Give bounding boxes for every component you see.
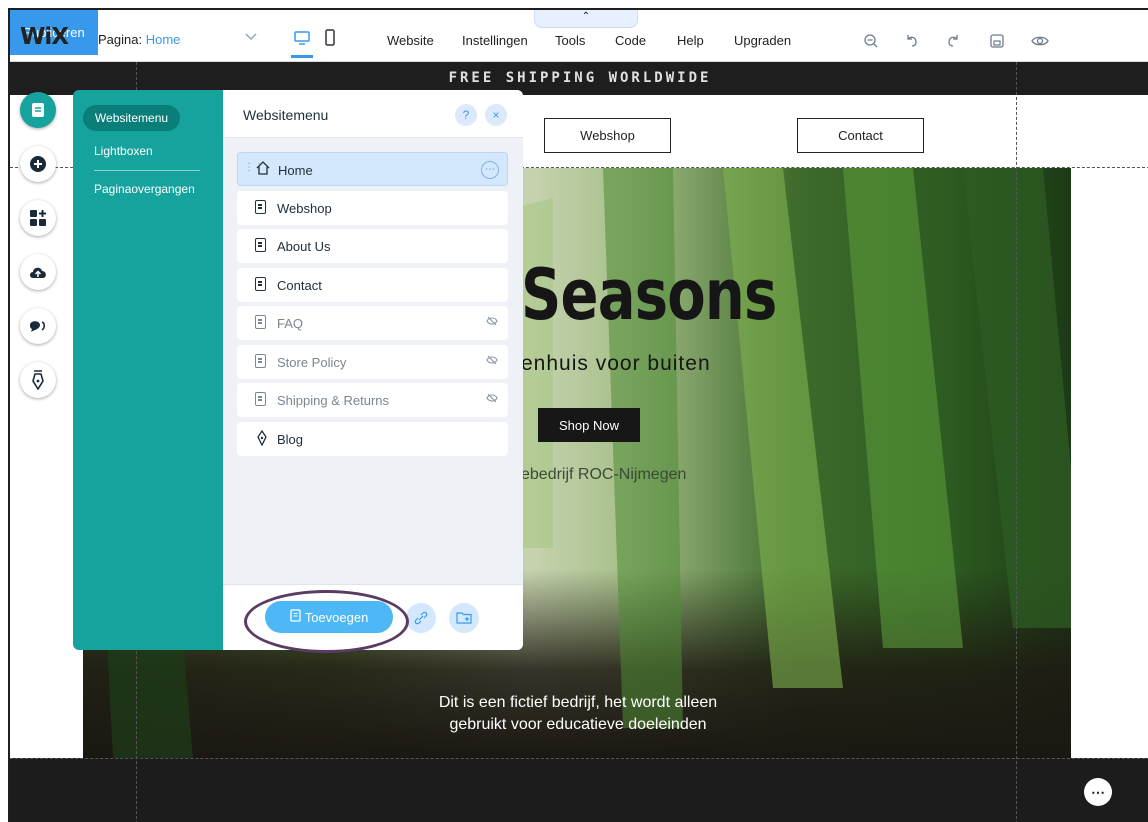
menu-upgraden[interactable]: Upgraden (734, 33, 791, 48)
page-row-webshop[interactable]: Webshop (237, 191, 508, 225)
nav-contact[interactable]: Contact (797, 118, 924, 153)
page-icon (255, 392, 266, 406)
hero-disclaimer-line-1: Dit is een fictief bedrijf, het wordt al… (438, 694, 718, 711)
menu-tools[interactable]: Tools (555, 33, 585, 48)
page-icon (255, 315, 266, 329)
side-item-websitemenu[interactable]: Websitemenu (83, 105, 180, 131)
help-icon[interactable]: ? (455, 104, 477, 126)
chat-icon[interactable] (20, 308, 56, 344)
page-icon (255, 277, 266, 291)
side-item-paginaovergangen[interactable]: Paginaovergangen (94, 182, 195, 196)
save-icon[interactable] (986, 30, 1008, 52)
site-footer (10, 758, 1148, 822)
nav-webshop[interactable]: Webshop (544, 118, 671, 153)
page-row-faq[interactable]: FAQ (237, 306, 508, 340)
hero-subtitle: enhuis voor buiten (521, 352, 711, 375)
page-selector[interactable]: Pagina: Home (98, 32, 180, 47)
guide-line-right (1016, 62, 1017, 822)
undo-icon[interactable] (901, 30, 923, 52)
page-label: About Us (277, 239, 331, 254)
page-row-blog[interactable]: Blog (237, 422, 508, 456)
add-icon[interactable] (20, 146, 56, 182)
page-label: Shipping & Returns (277, 393, 390, 408)
collapse-topbar-handle[interactable]: ⌃ (534, 10, 638, 28)
hidden-eye-icon (486, 392, 498, 406)
page-icon (255, 200, 266, 214)
page-icon (255, 238, 266, 252)
chat-bubble-icon[interactable]: ⋯ (1084, 778, 1112, 806)
editor-window: WiX Pagina: Home Website Instellingen To… (8, 8, 1148, 822)
home-icon (256, 161, 270, 178)
upload-icon[interactable] (20, 254, 56, 290)
page-label: Webshop (277, 201, 332, 216)
hero-title: Seasons (521, 254, 777, 336)
page-selector-label: Pagina: (98, 32, 143, 47)
hidden-eye-icon (486, 354, 498, 368)
page-row-store-policy[interactable]: Store Policy (237, 345, 508, 379)
add-link-icon[interactable] (406, 603, 436, 633)
page-selector-value: Home (145, 32, 181, 47)
panel-title: Websitemenu (243, 107, 329, 123)
hero-disclaimer-line-2: gebruikt voor educatieve doeleinden (449, 716, 707, 733)
blog-pen-icon (256, 429, 268, 449)
pages-side-panel: Websitemenu Lightboxen Paginaovergangen (73, 90, 223, 650)
hidden-eye-icon (486, 315, 498, 329)
side-item-lightboxen[interactable]: Lightboxen (94, 144, 153, 158)
panel-header: Websitemenu ? × (223, 90, 523, 138)
redo-icon[interactable] (942, 30, 964, 52)
page-label: Contact (277, 278, 322, 293)
add-apps-icon[interactable] (20, 200, 56, 236)
add-folder-icon[interactable] (449, 603, 479, 633)
mobile-icon[interactable] (319, 27, 341, 49)
close-icon[interactable]: × (485, 104, 507, 126)
chevron-down-icon[interactable] (245, 28, 257, 44)
site-menu-panel: Websitemenu ? × ⋮⋮ Home ⋯ Webshop About … (223, 90, 523, 650)
page-label: Home (278, 163, 313, 178)
side-divider (94, 170, 200, 171)
page-row-shipping-returns[interactable]: Shipping & Returns (237, 383, 508, 417)
page-icon (255, 354, 266, 368)
page-row-contact[interactable]: Contact (237, 268, 508, 302)
chevron-up-icon: ⌃ (581, 11, 591, 22)
wix-logo: WiX (20, 24, 69, 50)
menu-website[interactable]: Website (387, 33, 434, 48)
menu-code[interactable]: Code (615, 33, 646, 48)
editor-topbar: WiX Pagina: Home Website Instellingen To… (10, 10, 1148, 62)
more-actions-icon[interactable]: ⋯ (481, 161, 499, 179)
highlight-ring (244, 590, 409, 653)
menu-help[interactable]: Help (677, 33, 704, 48)
zoom-out-icon[interactable] (860, 30, 882, 52)
page-label: FAQ (277, 316, 304, 331)
page-label: Blog (277, 432, 304, 447)
page-row-about-us[interactable]: About Us (237, 229, 508, 263)
page-label: Store Policy (277, 355, 347, 370)
hero-disclaimer: Dit is een fictief bedrijf, het wordt al… (343, 692, 813, 736)
page-row-home[interactable]: ⋮⋮ Home ⋯ (237, 152, 508, 186)
pages-icon[interactable] (20, 92, 56, 128)
guide-line-footer (10, 758, 1148, 759)
desktop-icon[interactable] (291, 27, 313, 58)
pen-icon[interactable] (20, 362, 56, 398)
hero-small-text: ebedrijf ROC-Nijmegen (521, 466, 687, 483)
shop-now-button[interactable]: Shop Now (538, 408, 640, 442)
menu-instellingen[interactable]: Instellingen (462, 33, 528, 48)
preview-eye-icon[interactable] (1029, 30, 1051, 52)
